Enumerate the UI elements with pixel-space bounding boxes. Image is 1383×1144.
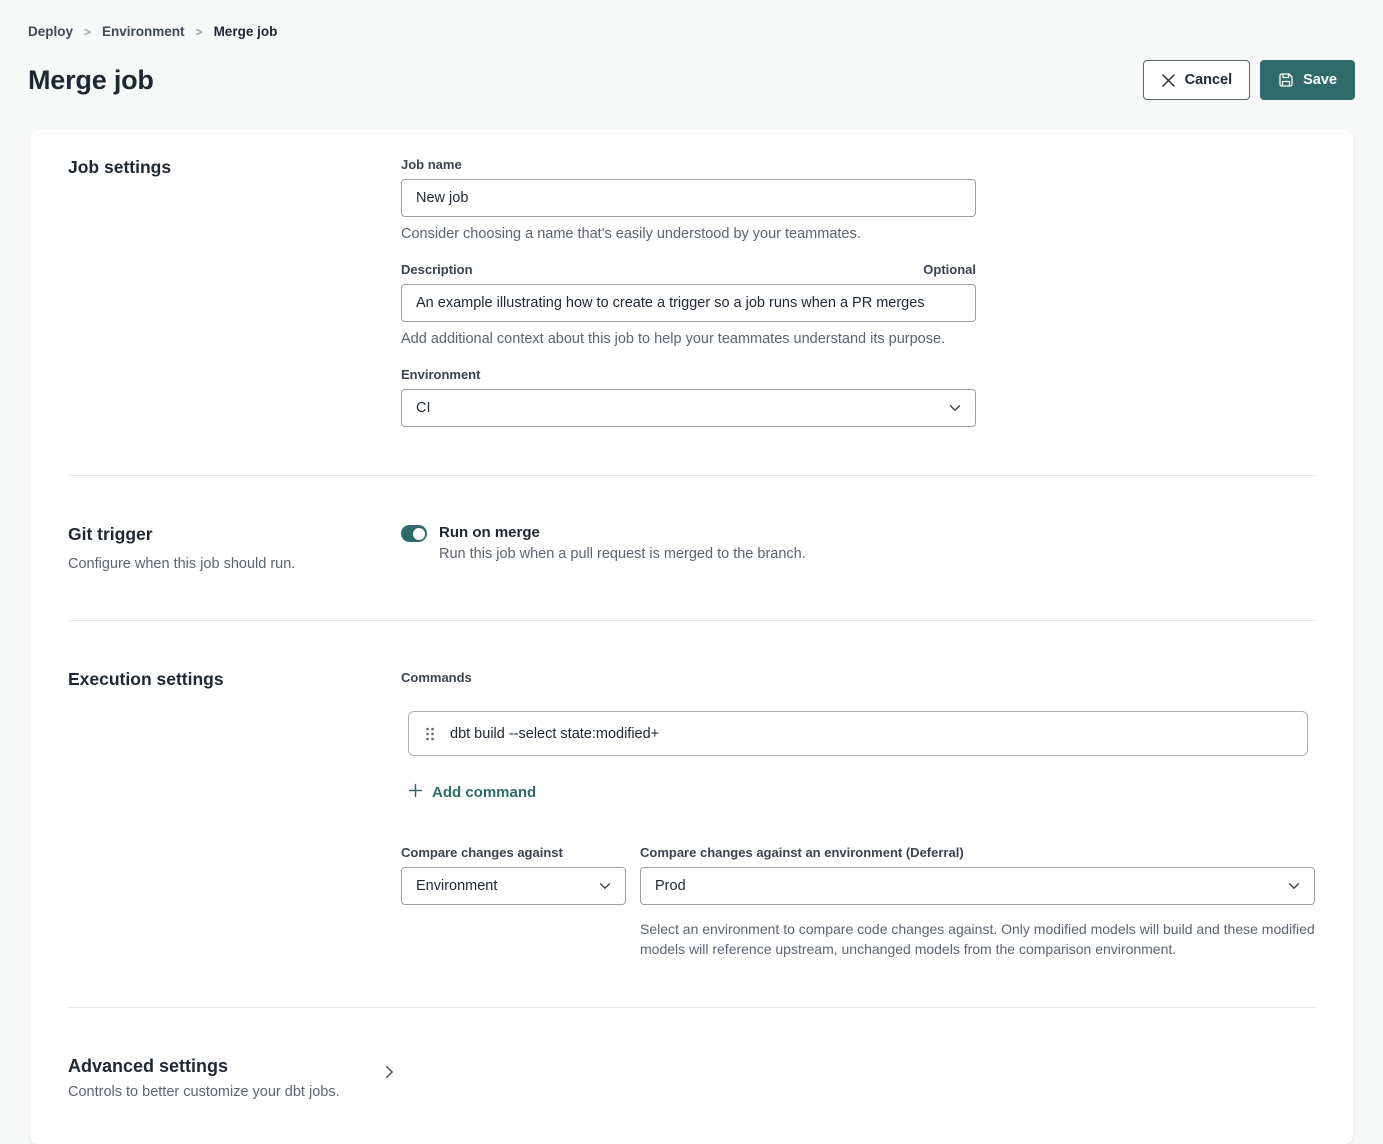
plus-icon (408, 783, 423, 802)
deferral-group: Compare changes against an environment (… (640, 845, 1315, 959)
description-optional-tag: Optional (923, 262, 976, 277)
deferral-select-value: Prod (655, 878, 686, 894)
environment-select[interactable]: CI (401, 389, 976, 427)
deferral-select[interactable]: Prod (640, 867, 1315, 905)
description-helper: Add additional context about this job to… (401, 331, 976, 347)
command-row (408, 711, 1308, 756)
breadcrumb-environment[interactable]: Environment (102, 24, 185, 39)
page-title: Merge job (28, 65, 154, 96)
breadcrumb-merge-job: Merge job (214, 24, 278, 39)
save-button[interactable]: Save (1260, 60, 1355, 100)
cancel-button-label: Cancel (1185, 72, 1233, 88)
x-icon (1161, 73, 1176, 88)
breadcrumb-separator: > (84, 25, 91, 39)
run-on-merge-description: Run this job when a pull request is merg… (439, 546, 806, 562)
job-name-label: Job name (401, 157, 462, 172)
header-actions: Cancel Save (1143, 60, 1355, 100)
floppy-disk-icon (1278, 72, 1294, 88)
chevron-right-icon[interactable] (381, 1061, 398, 1083)
breadcrumb-separator: > (196, 25, 203, 39)
environment-field-group: Environment CI (401, 367, 976, 427)
job-settings-heading: Job settings (68, 157, 401, 178)
toggle-knob (413, 528, 425, 540)
section-divider (68, 475, 1315, 476)
section-divider (68, 620, 1315, 621)
add-command-label: Add command (432, 784, 536, 801)
command-input[interactable] (450, 726, 1293, 742)
job-settings-section: Job settings Job name Consider choosing … (68, 157, 1315, 427)
git-trigger-subheading: Configure when this job should run. (68, 556, 401, 572)
execution-settings-heading: Execution settings (68, 669, 401, 690)
advanced-settings-section[interactable]: Advanced settings Controls to better cus… (68, 1056, 1315, 1100)
chevron-down-icon (1288, 878, 1300, 894)
git-trigger-heading: Git trigger (68, 524, 401, 545)
execution-settings-section: Execution settings Commands (68, 669, 1315, 959)
job-name-input[interactable] (401, 179, 976, 217)
advanced-settings-heading: Advanced settings (68, 1056, 381, 1077)
compare-changes-group: Compare changes against Environment (401, 845, 626, 959)
job-name-helper: Consider choosing a name that's easily u… (401, 226, 976, 242)
advanced-settings-subheading: Controls to better customize your dbt jo… (68, 1084, 381, 1100)
job-name-field-group: Job name Consider choosing a name that's… (401, 157, 976, 242)
add-command-button[interactable]: Add command (408, 783, 536, 802)
page-header: Deploy > Environment > Merge job Merge j… (0, 0, 1383, 100)
git-trigger-section: Git trigger Configure when this job shou… (68, 524, 1315, 572)
description-field-group: Description Optional Add additional cont… (401, 262, 976, 347)
compare-changes-select[interactable]: Environment (401, 867, 626, 905)
description-input[interactable] (401, 284, 976, 322)
commands-label: Commands (401, 670, 472, 685)
run-on-merge-toggle[interactable] (401, 525, 427, 542)
section-divider (68, 1007, 1315, 1008)
description-label: Description (401, 262, 473, 277)
breadcrumb-deploy[interactable]: Deploy (28, 24, 73, 39)
job-form-card: Job settings Job name Consider choosing … (30, 130, 1353, 1144)
environment-label: Environment (401, 367, 480, 382)
deferral-label: Compare changes against an environment (… (640, 845, 964, 860)
deferral-helper: Select an environment to compare code ch… (640, 919, 1315, 959)
compare-changes-select-value: Environment (416, 878, 497, 894)
chevron-down-icon (599, 878, 611, 894)
environment-select-value: CI (416, 400, 431, 416)
run-on-merge-setting: Run on merge Run this job when a pull re… (401, 524, 806, 562)
compare-changes-label: Compare changes against (401, 845, 563, 860)
run-on-merge-label: Run on merge (439, 524, 806, 541)
save-button-label: Save (1303, 72, 1337, 88)
chevron-down-icon (949, 400, 961, 416)
breadcrumb: Deploy > Environment > Merge job (28, 24, 1355, 39)
drag-handle-icon[interactable] (423, 725, 437, 743)
cancel-button[interactable]: Cancel (1143, 60, 1251, 100)
